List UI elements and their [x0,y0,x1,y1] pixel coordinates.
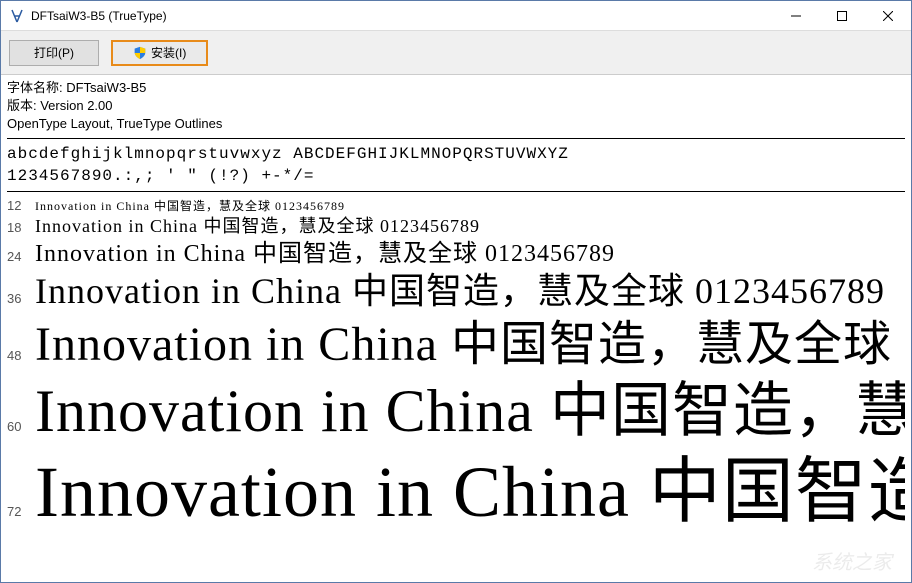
charset-alpha: abcdefghijklmnopqrstuvwxyz ABCDEFGHIJKLM… [7,143,905,165]
sample-row: 60Innovation in China 中国智造，慧及全球 01234567… [7,375,905,447]
sample-row: 18Innovation in China 中国智造，慧及全球 01234567… [7,216,905,238]
divider [7,191,905,192]
sample-text: Innovation in China 中国智造，慧及全球 0123456789 [35,375,905,447]
sample-size-label: 24 [7,249,35,265]
divider [7,138,905,139]
sample-row: 12Innovation in China 中国智造，慧及全球 01234567… [7,198,905,214]
toolbar: 打印(P) 安装(I) [1,31,911,75]
sample-size-label: 60 [7,419,35,435]
close-button[interactable] [865,1,911,30]
window-controls [773,1,911,30]
print-button[interactable]: 打印(P) [9,40,99,66]
window-title: DFTsaiW3-B5 (TrueType) [31,9,773,23]
sample-text: Innovation in China 中国智造，慧及全球 0123456789 [35,199,345,213]
charset-symbols: 1234567890.:,; ' " (!?) +-*/= [7,165,905,187]
font-version-line: 版本: Version 2.00 [7,97,905,115]
font-layout-line: OpenType Layout, TrueType Outlines [7,115,905,133]
sample-size-label: 36 [7,291,35,307]
sample-row: 72Innovation in China 中国智造，慧及全球 01234567… [7,449,905,535]
content-area: 字体名称: DFTsaiW3-B5 版本: Version 2.00 OpenT… [1,75,911,582]
font-name-line: 字体名称: DFTsaiW3-B5 [7,79,905,97]
sample-text: Innovation in China 中国智造，慧及全球 0123456789 [35,316,905,374]
sample-row: 36Innovation in China 中国智造，慧及全球 01234567… [7,270,905,313]
shield-icon [133,46,147,60]
sample-row: 24Innovation in China 中国智造，慧及全球 01234567… [7,240,905,269]
sample-text: Innovation in China 中国智造，慧及全球 0123456789 [35,270,885,313]
sample-size-label: 72 [7,504,35,520]
install-button[interactable]: 安装(I) [111,40,208,66]
sample-size-label: 12 [7,198,35,214]
sample-size-label: 48 [7,348,35,364]
sample-text: Innovation in China 中国智造，慧及全球 0123456789 [35,216,480,238]
maximize-button[interactable] [819,1,865,30]
font-file-icon [9,8,25,24]
sample-list: 12Innovation in China 中国智造，慧及全球 01234567… [7,196,905,535]
titlebar: DFTsaiW3-B5 (TrueType) [1,1,911,31]
print-button-label: 打印(P) [34,44,74,61]
sample-row: 48Innovation in China 中国智造，慧及全球 01234567… [7,316,905,374]
install-button-label: 安装(I) [151,44,186,61]
sample-text: Innovation in China 中国智造，慧及全球 0123456789 [35,449,905,535]
sample-size-label: 18 [7,220,35,236]
minimize-button[interactable] [773,1,819,30]
sample-text: Innovation in China 中国智造，慧及全球 0123456789 [35,240,615,269]
